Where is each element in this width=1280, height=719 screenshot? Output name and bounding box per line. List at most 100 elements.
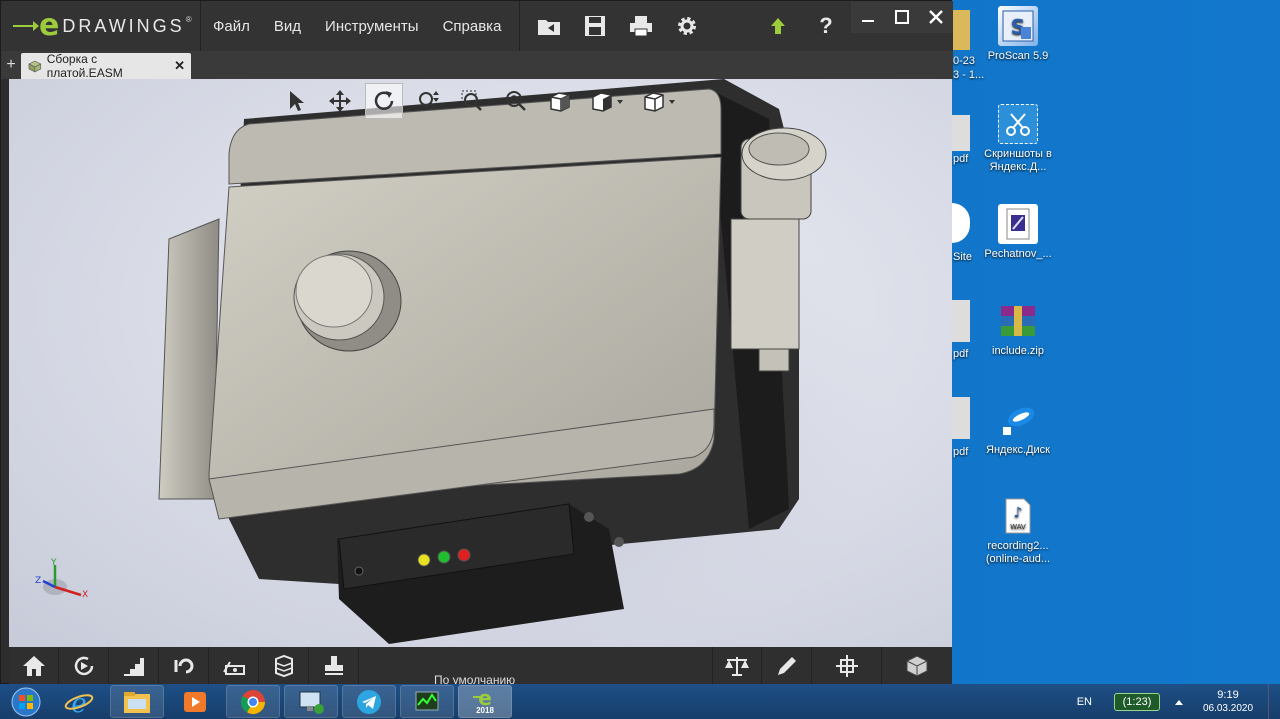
start-button[interactable]: [0, 684, 52, 719]
desktop-icon-label: Pechatnov_...: [984, 248, 1052, 260]
monitor-icon: [299, 691, 324, 714]
language-indicator[interactable]: EN: [1077, 696, 1092, 708]
svg-text:e: e: [478, 688, 492, 706]
desktop-icon-pechatnov[interactable]: Pechatnov_...: [978, 204, 1058, 261]
cube-icon: [550, 92, 570, 112]
show-desktop-button[interactable]: [1268, 684, 1280, 719]
stamp-icon: [324, 656, 343, 675]
desktop-icon-include-zip[interactable]: include.zip: [978, 301, 1058, 358]
taskbar-chrome[interactable]: [226, 685, 280, 718]
close-window-button[interactable]: [919, 1, 953, 33]
add-tab-button[interactable]: +: [1, 51, 21, 79]
display-style-dropdown[interactable]: [585, 83, 631, 119]
taskbar-task-manager[interactable]: [400, 685, 454, 718]
partial-pdf-icon[interactable]: [952, 397, 970, 439]
home-button[interactable]: [9, 647, 59, 685]
view-orientation-button[interactable]: [541, 83, 579, 119]
taskbar-remote-desktop[interactable]: [284, 685, 338, 718]
open-file-button[interactable]: [526, 1, 572, 51]
tray-expand-icon[interactable]: [1174, 698, 1184, 706]
stamp-button[interactable]: [309, 647, 359, 685]
print-button[interactable]: [618, 1, 664, 51]
rotate-tool-button[interactable]: [365, 83, 403, 119]
taskbar-telegram[interactable]: [342, 685, 396, 718]
partial-icon-label[interactable]: pdf: [953, 153, 968, 165]
menu-file[interactable]: Файл: [201, 18, 262, 35]
taskbar-media-player[interactable]: [168, 685, 222, 718]
partial-icon-label[interactable]: pdf: [953, 446, 968, 458]
desktop-icon-screenshots[interactable]: Скриншоты в Яндекс.Д...: [978, 104, 1058, 174]
taskbar: e e 2018 EN (1:23) 9:19 06.03.2020: [0, 684, 1280, 719]
window-controls: [851, 1, 953, 33]
axis-y-label: Y: [50, 558, 57, 568]
zoom-fit-button[interactable]: [497, 83, 535, 119]
minimize-button[interactable]: [851, 1, 885, 33]
projection-dropdown[interactable]: [637, 83, 683, 119]
measure-button[interactable]: [209, 647, 259, 685]
yandex-disk-icon: [998, 400, 1038, 440]
partial-icon-label[interactable]: 0-23: [953, 55, 975, 67]
document-tab-bar: + Сборка с платой.EASM ✕: [1, 51, 953, 80]
document-tab[interactable]: Сборка с платой.EASM ✕: [21, 52, 191, 80]
explode-button[interactable]: [109, 647, 159, 685]
minimize-icon: [862, 20, 874, 22]
scissors-icon: [998, 104, 1038, 144]
zoom-updown-icon: [419, 91, 439, 110]
zoom-area-button[interactable]: [453, 83, 491, 119]
desktop-icon-yandex-disk[interactable]: Яндекс.Диск: [978, 400, 1058, 457]
settings-button[interactable]: [664, 1, 710, 51]
svg-text:e: e: [71, 689, 86, 716]
components-button[interactable]: [259, 647, 309, 685]
taskbar-ie[interactable]: e: [52, 685, 106, 718]
section-button[interactable]: [812, 647, 882, 685]
close-tab-button[interactable]: ✕: [174, 58, 185, 74]
logo-e: e: [39, 8, 60, 43]
select-tool-button[interactable]: [277, 83, 315, 119]
open-folder-icon: [538, 20, 561, 35]
desktop-icon-proscan[interactable]: S ProScan 5.9: [978, 6, 1058, 63]
partial-icon-label[interactable]: 3 - 1...: [953, 69, 984, 81]
help-button[interactable]: ?: [803, 1, 849, 51]
axis-z-label: Z: [35, 576, 41, 586]
maximize-button[interactable]: [885, 1, 919, 33]
pan-tool-button[interactable]: [321, 83, 359, 119]
menu-tools[interactable]: Инструменты: [313, 18, 431, 35]
clock[interactable]: 9:19 06.03.2020: [1198, 689, 1258, 715]
assembly-icon: [28, 60, 42, 73]
edrawings-icon: e: [473, 688, 492, 706]
edrawings-window: e DRAWINGS ® Файл Вид Инструменты Справк…: [0, 0, 953, 687]
system-tray: EN (1:23) 9:19 06.03.2020: [1077, 684, 1280, 719]
partial-icon-label[interactable]: Site: [953, 251, 972, 263]
svg-text:WAV: WAV: [1010, 523, 1026, 531]
update-button[interactable]: [755, 1, 801, 51]
internet-explorer-icon: e: [64, 689, 94, 716]
taskbar-explorer[interactable]: [110, 685, 164, 718]
desktop-icon-recording[interactable]: ♪ WAV recording2... (online-aud...: [978, 496, 1058, 566]
taskbar-edrawings[interactable]: e 2018: [458, 685, 512, 718]
windows-logo-icon: [11, 687, 41, 716]
partial-site-icon[interactable]: [952, 203, 970, 243]
archive-icon: [998, 301, 1038, 341]
mass-properties-button[interactable]: [712, 647, 762, 685]
partial-file-icon[interactable]: [952, 10, 970, 50]
markup-button[interactable]: [762, 647, 812, 685]
chrome-icon: [240, 689, 265, 714]
view-toolbar: [277, 83, 683, 119]
animate-button[interactable]: [59, 647, 109, 685]
menu-view[interactable]: Вид: [262, 18, 313, 35]
partial-pdf-icon[interactable]: [952, 115, 970, 151]
zoom-fit-icon: [506, 91, 526, 111]
clock-date: 06.03.2020: [1202, 702, 1254, 714]
menu-help[interactable]: Справка: [431, 18, 514, 35]
save-button[interactable]: [572, 1, 618, 51]
edrawings-logo: e DRAWINGS ®: [1, 1, 201, 51]
partial-icon-label[interactable]: pdf: [953, 348, 968, 360]
zoom-tool-button[interactable]: [409, 83, 447, 119]
scales-icon: [725, 657, 749, 676]
undo-button[interactable]: [159, 647, 209, 685]
3d-views-button[interactable]: [882, 647, 952, 685]
battery-indicator[interactable]: (1:23): [1114, 692, 1160, 711]
3d-viewport[interactable]: Y Z X: [9, 79, 952, 647]
logo-text: DRAWINGS: [62, 15, 185, 36]
partial-pdf-icon[interactable]: [952, 300, 970, 342]
